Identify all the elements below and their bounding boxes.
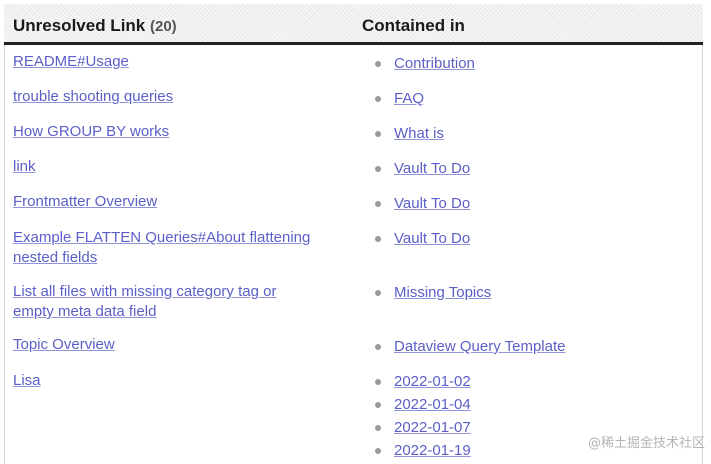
contained-in-link[interactable]: Vault To Do <box>394 195 470 212</box>
bullet-icon <box>375 344 381 350</box>
list-item: 2022-01-04 <box>372 395 471 418</box>
contained-in-list: Dataview Query Template <box>372 337 565 360</box>
contained-in-list: Missing Topics <box>372 283 491 306</box>
column-header-unresolved-link[interactable]: Unresolved Link (20) <box>13 16 177 36</box>
contained-in-list: 2022-01-02 2022-01-04 2022-01-07 2022-01… <box>372 372 471 464</box>
table-header: Unresolved Link (20) Contained in <box>4 4 703 45</box>
unresolved-link[interactable]: List all files with missing category tag… <box>13 282 313 322</box>
contained-in-link[interactable]: Missing Topics <box>394 284 491 301</box>
unresolved-link[interactable]: Frontmatter Overview <box>13 192 343 212</box>
unresolved-link[interactable]: Lisa <box>13 371 343 391</box>
list-item: Dataview Query Template <box>372 337 565 360</box>
bullet-icon <box>375 61 381 67</box>
bullet-icon <box>375 425 381 431</box>
watermark: @稀土掘金技术社区 <box>587 436 705 451</box>
contained-in-link[interactable]: 2022-01-04 <box>394 396 471 413</box>
contained-in-link[interactable]: What is <box>394 125 444 142</box>
column-header-contained-in[interactable]: Contained in <box>362 16 465 36</box>
bullet-icon <box>375 96 381 102</box>
contained-in-list: What is <box>372 124 444 147</box>
list-item: Vault To Do <box>372 194 470 217</box>
contained-in-link[interactable]: 2022-01-07 <box>394 419 471 436</box>
contained-in-list: Vault To Do <box>372 159 470 182</box>
bullet-icon <box>375 379 381 385</box>
list-item: FAQ <box>372 89 424 112</box>
list-item: 2022-01-02 <box>372 372 471 395</box>
unresolved-link[interactable]: trouble shooting queries <box>13 87 343 107</box>
bullet-icon <box>375 131 381 137</box>
contained-in-list: FAQ <box>372 89 424 112</box>
unresolved-link[interactable]: README#Usage <box>13 52 343 72</box>
unresolved-link[interactable]: link <box>13 157 343 177</box>
list-item: Missing Topics <box>372 283 491 306</box>
bullet-icon <box>375 402 381 408</box>
contained-in-link[interactable]: Dataview Query Template <box>394 338 565 355</box>
unresolved-count: (20) <box>150 18 177 35</box>
unresolved-link[interactable]: How GROUP BY works <box>13 122 343 142</box>
contained-in-link[interactable]: Contribution <box>394 55 475 72</box>
bullet-icon <box>375 448 381 454</box>
list-item: What is <box>372 124 444 147</box>
bullet-icon <box>375 201 381 207</box>
contained-in-link[interactable]: Vault To Do <box>394 230 470 247</box>
list-item: Contribution <box>372 54 475 77</box>
contained-in-link[interactable]: 2022-01-19 <box>394 442 471 459</box>
unresolved-link[interactable]: Topic Overview <box>13 335 343 355</box>
column-header-label: Unresolved Link <box>13 16 146 35</box>
contained-in-link[interactable]: 2022-01-02 <box>394 373 471 390</box>
contained-in-list: Vault To Do <box>372 229 470 252</box>
bullet-icon <box>375 290 381 296</box>
unresolved-link[interactable]: Example FLATTEN Queries#About flattening… <box>13 228 333 268</box>
contained-in-link[interactable]: FAQ <box>394 90 424 107</box>
list-item: Vault To Do <box>372 229 470 252</box>
contained-in-list: Vault To Do <box>372 194 470 217</box>
list-item: Vault To Do <box>372 159 470 182</box>
bullet-icon <box>375 236 381 242</box>
contained-in-list: Contribution <box>372 54 475 77</box>
bullet-icon <box>375 166 381 172</box>
contained-in-link[interactable]: Vault To Do <box>394 160 470 177</box>
list-item: 2022-01-19 <box>372 441 471 464</box>
list-item: 2022-01-07 <box>372 418 471 441</box>
